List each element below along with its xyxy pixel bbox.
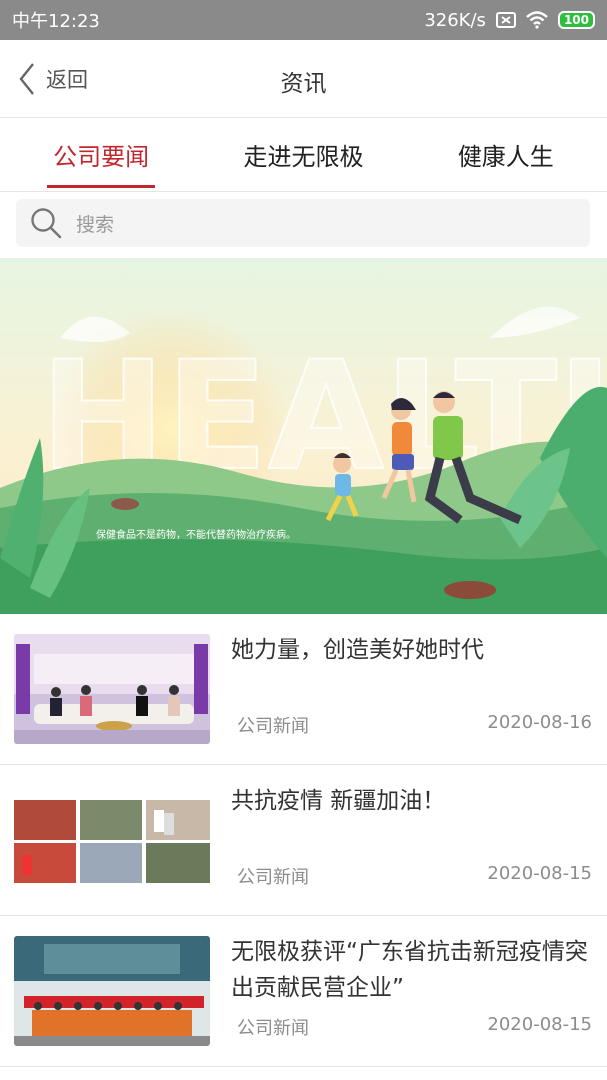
- news-title: 无限极获评“广东省抗击新冠疫情突出贡献民营企业”: [231, 939, 588, 1001]
- tab-about-infinitus[interactable]: 走进无限极: [202, 118, 404, 191]
- sim-off-icon: [495, 12, 516, 28]
- search-icon: [31, 208, 62, 239]
- news-title: 共抗疫情 新疆加油！: [231, 788, 446, 814]
- event-stage-image: [14, 634, 210, 744]
- search-input[interactable]: 搜索: [16, 199, 590, 247]
- news-thumbnail: [14, 634, 210, 744]
- news-thumbnail: [14, 785, 210, 895]
- search-area: 搜索: [0, 192, 607, 258]
- news-item[interactable]: 无限极获评“广东省抗击新冠疫情突出贡献民营企业” 公司新闻 2020-08-15: [0, 916, 607, 1067]
- banner-illustration: HEALTH: [0, 258, 607, 614]
- news-category: 公司新闻: [237, 716, 309, 737]
- tab-bar: 公司要闻 走进无限极 健康人生: [0, 118, 607, 192]
- status-time: 中午12:23: [12, 11, 100, 32]
- news-date: 2020-08-16: [487, 712, 592, 733]
- news-category: 公司新闻: [237, 867, 309, 888]
- collage-image: [14, 785, 210, 895]
- battery-indicator: 100: [557, 11, 595, 29]
- page-title: 资讯: [280, 71, 327, 97]
- tab-company-news[interactable]: 公司要闻: [0, 118, 202, 191]
- nav-bar: 返回 资讯: [0, 40, 607, 118]
- news-thumbnail: [14, 936, 210, 1046]
- news-title: 她力量，创造美好她时代: [231, 637, 484, 663]
- tab-healthy-life[interactable]: 健康人生: [405, 118, 607, 191]
- group-photo-image: [14, 936, 210, 1046]
- status-right: 326K/s 100: [424, 10, 595, 31]
- status-bar: 中午12:23 326K/s 100: [0, 0, 607, 40]
- banner-disclaimer: 保健食品不是药物，不能代替药物治疗疾病。: [96, 530, 296, 541]
- health-banner[interactable]: HEALTH 保健食品不是药物，不能代替药物治疗疾病。: [0, 258, 607, 614]
- news-item[interactable]: 她力量，创造美好她时代 公司新闻 2020-08-16: [0, 614, 607, 765]
- news-list: 她力量，创造美好她时代 公司新闻 2020-08-16 共抗疫情 新疆加油！ 公…: [0, 614, 607, 1067]
- news-date: 2020-08-15: [487, 1014, 592, 1035]
- news-category: 公司新闻: [237, 1018, 309, 1039]
- news-item[interactable]: 共抗疫情 新疆加油！ 公司新闻 2020-08-15: [0, 765, 607, 916]
- search-placeholder: 搜索: [76, 213, 115, 236]
- network-speed: 326K/s: [424, 9, 486, 31]
- wifi-icon: [526, 11, 548, 29]
- news-date: 2020-08-15: [487, 863, 592, 884]
